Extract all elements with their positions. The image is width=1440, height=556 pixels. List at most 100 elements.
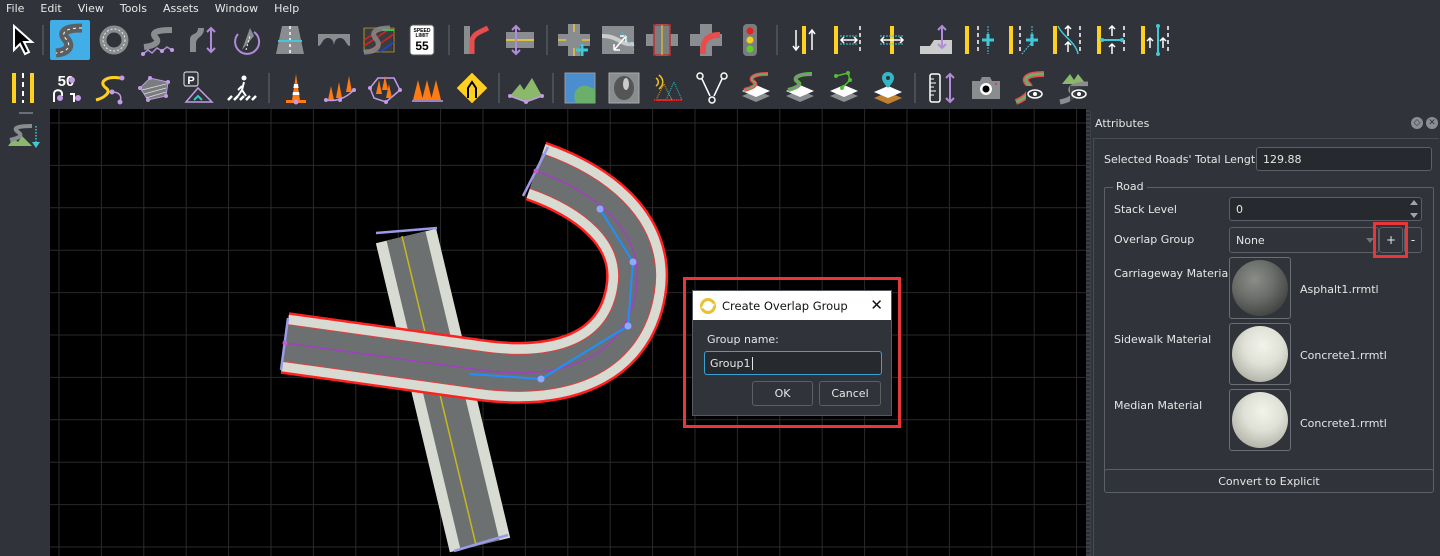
speed-limit-tool-button[interactable]: SPEED LIMIT 55	[402, 20, 442, 60]
menu-edit[interactable]: Edit	[40, 2, 61, 15]
prop-curve-tool-button[interactable]	[320, 68, 360, 108]
carriageway-material-thumbnail[interactable]	[1229, 257, 1291, 319]
group-name-label: Group name:	[707, 333, 779, 346]
lane-spline-tool-button[interactable]	[1136, 20, 1176, 60]
layer-green-tool-button[interactable]	[780, 68, 820, 108]
lane-merge-icon	[1053, 24, 1081, 55]
median-material-thumbnail[interactable]	[1229, 389, 1291, 451]
lane-merge-tool-button[interactable]	[1048, 20, 1088, 60]
total-length-field[interactable]: 129.88	[1256, 147, 1432, 171]
sign-tool-button[interactable]	[452, 68, 492, 108]
close-icon[interactable]: ✕	[870, 297, 883, 313]
cancel-button[interactable]: Cancel	[819, 381, 881, 406]
road-plan-tool-button[interactable]	[50, 20, 90, 60]
scene-view[interactable]	[50, 109, 1086, 556]
spin-up-icon[interactable]	[1410, 200, 1418, 205]
scene-canvas[interactable]	[50, 109, 1086, 556]
group-name-value: Group1	[710, 356, 751, 370]
road-endpoint[interactable]	[533, 168, 539, 174]
lane-marking-icon	[12, 73, 34, 103]
marking-curve-tool-button[interactable]	[90, 68, 130, 108]
layer-points-tool-button[interactable]	[824, 68, 864, 108]
close-panel-icon[interactable]: ✕	[1426, 117, 1438, 129]
lane-split-tool-button[interactable]	[1092, 20, 1132, 60]
junction-area-tool-button[interactable]	[642, 20, 682, 60]
stack-level-spinbox[interactable]: 0	[1229, 197, 1422, 221]
layer-red-tool-button[interactable]	[736, 68, 776, 108]
float-panel-icon[interactable]: ◇	[1411, 117, 1423, 129]
toolbar-separator	[776, 25, 778, 55]
spin-down-icon[interactable]	[1410, 213, 1418, 218]
lane-tool-button[interactable]	[270, 20, 310, 60]
scene-view-tool-button[interactable]	[1054, 68, 1094, 108]
lane-add-tool-button[interactable]	[960, 20, 1000, 60]
lane-form-tool-button[interactable]	[500, 20, 540, 60]
toolbar-separator	[552, 73, 554, 103]
surface-tool-button[interactable]	[358, 20, 398, 60]
circle-road-tool-button[interactable]	[94, 20, 134, 60]
toolbar-grip[interactable]	[19, 112, 33, 114]
menu-window[interactable]: Window	[215, 2, 258, 15]
dialog-titlebar[interactable]: Create Overlap Group ✕	[693, 291, 891, 320]
menu-tools[interactable]: Tools	[120, 2, 147, 15]
terrain-road-drop-button[interactable]	[6, 122, 42, 156]
lane-spline-icon	[1141, 24, 1169, 56]
left-tool-strip	[0, 108, 50, 556]
camera-tool-button[interactable]	[966, 68, 1006, 108]
menu-help[interactable]: Help	[274, 2, 299, 15]
crosswalk-tool-button[interactable]	[222, 68, 262, 108]
road-height-icon	[190, 26, 216, 54]
convert-to-explicit-button[interactable]: Convert to Explicit	[1104, 469, 1434, 493]
layer-geo-tool-button[interactable]	[868, 68, 908, 108]
scenario-view-tool-button[interactable]	[1010, 68, 1050, 108]
point-cloud-tool-button[interactable]	[648, 68, 688, 108]
prop-set-tool-button[interactable]	[408, 68, 448, 108]
lane-carving-tool-button[interactable]	[456, 20, 496, 60]
corner-tool-button[interactable]	[686, 20, 726, 60]
junction-tool-button[interactable]	[554, 20, 594, 60]
curved-road-selected[interactable]	[279, 141, 669, 404]
road-marking-tool-button[interactable]: 50	[46, 68, 86, 108]
heightmap-tool-button[interactable]	[604, 68, 644, 108]
road-elevation-tool-button[interactable]	[138, 20, 178, 60]
control-point[interactable]	[629, 258, 637, 266]
overlap-group-combobox[interactable]: None	[1229, 227, 1379, 253]
select-tool-button[interactable]	[2, 20, 42, 60]
lane-width-tool-button[interactable]	[828, 20, 868, 60]
signal-tool-button[interactable]	[730, 20, 770, 60]
terrain-icon	[508, 78, 544, 104]
control-point[interactable]	[624, 322, 632, 330]
marking-area-tool-button[interactable]	[134, 68, 174, 108]
superelevation-tool-button[interactable]	[226, 20, 266, 60]
junction-area-icon	[646, 24, 678, 56]
road-endpoint[interactable]	[282, 340, 288, 346]
lane-marking-tool-button[interactable]	[2, 68, 42, 108]
lane-direction-icon	[792, 26, 816, 54]
lane-offset-tool-button[interactable]	[872, 20, 912, 60]
spin-buttons[interactable]	[1410, 200, 1418, 218]
sidewalk-material-thumbnail[interactable]	[1229, 323, 1291, 385]
menu-view[interactable]: View	[78, 2, 104, 15]
prop-point-tool-button[interactable]	[276, 68, 316, 108]
lane-add-taper-tool-button[interactable]	[1004, 20, 1044, 60]
group-name-input[interactable]: Group1	[704, 351, 882, 375]
control-point[interactable]	[596, 205, 604, 213]
road-vertical-tool-button[interactable]	[182, 20, 222, 60]
terrain-tool-button[interactable]	[506, 68, 546, 108]
camera-icon	[972, 77, 1000, 99]
speed-limit-sign-icon: SPEEDLIMIT55	[409, 24, 435, 56]
route-tool-button[interactable]	[692, 68, 732, 108]
parking-tool-button[interactable]: P	[178, 68, 218, 108]
control-point[interactable]	[537, 375, 545, 383]
lane-direction-tool-button[interactable]	[784, 20, 824, 60]
menu-assets[interactable]: Assets	[163, 2, 199, 15]
curb-height-tool-button[interactable]	[916, 20, 956, 60]
measure-tool-button[interactable]	[922, 68, 962, 108]
layer-road-red-icon	[742, 72, 770, 102]
map-tool-button[interactable]	[560, 68, 600, 108]
prop-polygon-tool-button[interactable]	[364, 68, 404, 108]
maneuver-tool-button[interactable]	[598, 20, 638, 60]
menu-file[interactable]: File	[6, 2, 24, 15]
ok-button[interactable]: OK	[752, 381, 813, 406]
bridge-tool-button[interactable]	[314, 20, 354, 60]
